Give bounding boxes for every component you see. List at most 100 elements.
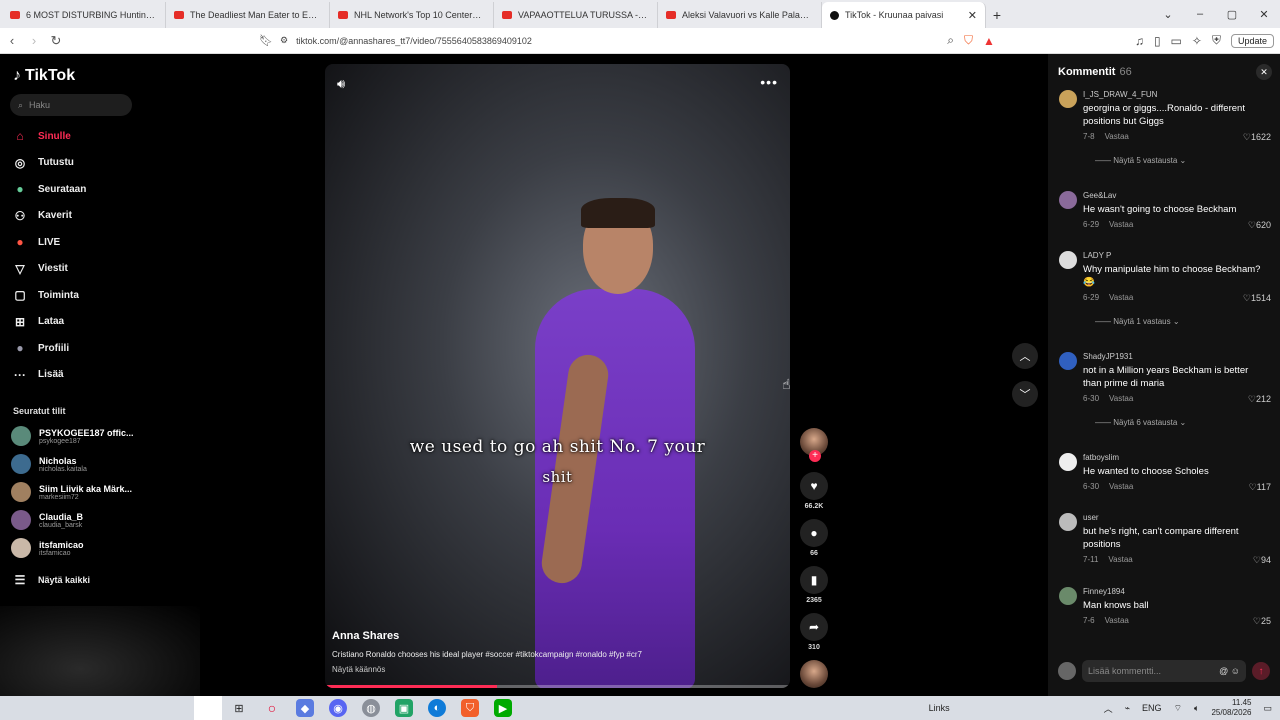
taskbar-search-box[interactable] [194, 696, 222, 720]
reply-button[interactable]: Vastaa [1109, 482, 1133, 491]
comment-like-button[interactable]: ♡212 [1248, 394, 1271, 405]
vpn-icon[interactable]: ⛨ [1212, 33, 1221, 48]
notifications-icon[interactable]: ▭ [1263, 703, 1272, 714]
avatar[interactable] [1059, 90, 1077, 108]
rewards-icon[interactable]: ▲ [983, 34, 995, 48]
minimize-button[interactable]: – [1184, 0, 1216, 28]
browser-tab[interactable]: The Deadliest Man Eater to Ever Exist [166, 2, 330, 28]
volume-icon[interactable]: 🔊︎ [337, 76, 345, 92]
brave-icon[interactable]: ⛉ [461, 699, 479, 717]
emoji-icon[interactable]: ☺ [1231, 666, 1240, 676]
creator-avatar[interactable]: + [800, 428, 828, 462]
comment-like-button[interactable]: ♡25 [1253, 616, 1271, 627]
send-icon[interactable]: ↑ [1252, 662, 1270, 680]
sidebar-item-live[interactable]: ● LIVE [12, 235, 60, 249]
sidebar-icon[interactable]: ▯ [1154, 34, 1161, 48]
back-icon[interactable]: ‹ [2, 31, 22, 51]
sidebar-item-lataa[interactable]: ⊞ Lataa [12, 315, 64, 329]
sidebar-item-viestit[interactable]: ▽ Viestit [12, 262, 67, 276]
comment-username[interactable]: Finney1894 [1083, 587, 1125, 596]
browser-tab[interactable]: Aleksi Valavuori vs Kalle Palander @ [658, 2, 822, 28]
sidebar-item-seurataan[interactable]: ● Seurataan [12, 182, 86, 196]
sidebar-item-tutustu[interactable]: ◎ Tutustu [12, 156, 74, 170]
show-all-button[interactable]: ☰ Näytä kaikki [12, 573, 90, 587]
extensions-icon[interactable]: ✧ [1192, 34, 1202, 48]
browser-tab[interactable]: NHL Network's Top 10 Centers Right [330, 2, 494, 28]
following-item[interactable]: Claudia_B claudia_barsk [11, 510, 83, 530]
comment-like-button[interactable]: ♡1514 [1243, 293, 1271, 304]
comment-input[interactable]: Lisää kommentti... @ ☺ [1082, 660, 1246, 682]
comment-username[interactable]: ShadyJP1931 [1083, 352, 1133, 361]
browser-tab[interactable]: TikTok - Kruunaa paivasi ✕ [822, 2, 986, 28]
sound-disc[interactable] [800, 660, 828, 688]
store-icon[interactable]: ▣ [395, 699, 413, 717]
avatar[interactable] [1059, 191, 1077, 209]
comment-username[interactable]: I_JS_DRAW_4_FUN [1083, 90, 1157, 99]
avatar[interactable] [1059, 352, 1077, 370]
opera-icon[interactable]: ○ [263, 699, 281, 717]
mention-icon[interactable]: @ [1219, 666, 1228, 676]
comment-username[interactable]: Gee&Lav [1083, 191, 1116, 200]
comment-button[interactable]: ● 66 [800, 519, 828, 557]
tab-close-icon[interactable]: ✕ [968, 9, 977, 22]
avatar[interactable] [1059, 513, 1077, 531]
wifi-icon[interactable]: ⌔ [1174, 703, 1182, 714]
comment-username[interactable]: fatboyslim [1083, 453, 1119, 462]
zoom-icon[interactable]: ⌕ [947, 33, 954, 48]
share-button[interactable]: ➦ 310 [800, 613, 828, 651]
app-icon[interactable]: ◍ [362, 699, 380, 717]
translate-link[interactable]: Näytä käännös [332, 665, 385, 674]
view-replies-button[interactable]: —— Näytä 1 vastaus ⌄ [1095, 317, 1180, 326]
view-replies-button[interactable]: —— Näytä 6 vastausta ⌄ [1095, 418, 1186, 427]
video-author[interactable]: Anna Shares [332, 630, 399, 642]
tab-list-icon[interactable]: ⌄ [1152, 0, 1184, 28]
discord-icon[interactable]: ◉ [329, 699, 347, 717]
next-video-button[interactable]: ﹀ [1012, 381, 1038, 407]
following-item[interactable]: itsfamicao itsfamicao [11, 538, 84, 558]
previous-video-button[interactable]: ︿ [1012, 343, 1038, 369]
avatar[interactable] [1059, 453, 1077, 471]
reply-button[interactable]: Vastaa [1105, 132, 1129, 141]
comment-username[interactable]: LADY P [1083, 251, 1111, 260]
new-tab-button[interactable]: + [986, 2, 1008, 28]
edge-icon[interactable]: ◐ [428, 699, 446, 717]
task-view-icon[interactable]: ⊞ [230, 699, 248, 717]
view-replies-button[interactable]: —— Näytä 5 vastausta ⌄ [1095, 156, 1186, 165]
sidebar-item-profiili[interactable]: ● Profiili [12, 341, 69, 355]
reload-icon[interactable]: ↻ [46, 31, 66, 51]
more-options-icon[interactable]: ••• [760, 74, 778, 90]
browser-tab[interactable]: 6 MOST DISTURBING Hunting Encou [2, 2, 166, 28]
sidebar-item-toiminta[interactable]: ▢ Toiminta [12, 288, 79, 302]
wallet-icon[interactable]: ▭ [1171, 34, 1182, 48]
sidebar-item-kaverit[interactable]: ⚇ Kaverit [12, 209, 72, 223]
save-button[interactable]: ▮ 2365 [800, 566, 828, 604]
follow-plus-icon[interactable]: + [809, 450, 821, 462]
reply-button[interactable]: Vastaa [1105, 616, 1129, 625]
url-field[interactable]: ⚙ tiktok.com/@annashares_tt7/video/75556… [280, 31, 1000, 51]
comment-username[interactable]: user [1083, 513, 1099, 522]
site-info-icon[interactable]: ⚙ [280, 35, 288, 46]
volume-tray-icon[interactable]: 🔈︎ [1194, 703, 1199, 714]
comment-like-button[interactable]: ♡117 [1249, 482, 1271, 493]
like-button[interactable]: ♥ 66.2K [800, 472, 828, 510]
progress-bar[interactable] [325, 685, 790, 688]
following-item[interactable]: PSYKOGEE187 offic... psykogee187 [11, 426, 134, 446]
media-icon[interactable]: ♫ [1135, 34, 1144, 48]
close-window-button[interactable]: ✕ [1248, 0, 1280, 28]
reply-button[interactable]: Vastaa [1109, 293, 1133, 302]
media-player-icon[interactable]: ▶ [494, 699, 512, 717]
comment-like-button[interactable]: ♡94 [1253, 555, 1271, 566]
comment-like-button[interactable]: ♡1622 [1243, 132, 1271, 143]
forward-icon[interactable]: › [24, 31, 44, 51]
reply-button[interactable]: Vastaa [1109, 394, 1133, 403]
links-label[interactable]: Links [929, 703, 950, 713]
tray-chevron-icon[interactable]: ︿ [1104, 702, 1113, 715]
maximize-button[interactable]: ▢ [1216, 0, 1248, 28]
following-item[interactable]: Siim Liivik aka Märk... markesiim72 [11, 482, 132, 502]
bookmark-icon[interactable]: 🔖︎ [256, 31, 276, 51]
following-item[interactable]: Nicholas nicholas.kaitala [11, 454, 87, 474]
copilot-icon[interactable]: ◆ [296, 699, 314, 717]
brave-shield-icon[interactable]: ⛉ [964, 33, 973, 48]
comment-like-button[interactable]: ♡620 [1248, 220, 1271, 231]
sidebar-item-lisää[interactable]: ··· Lisää [12, 368, 64, 382]
